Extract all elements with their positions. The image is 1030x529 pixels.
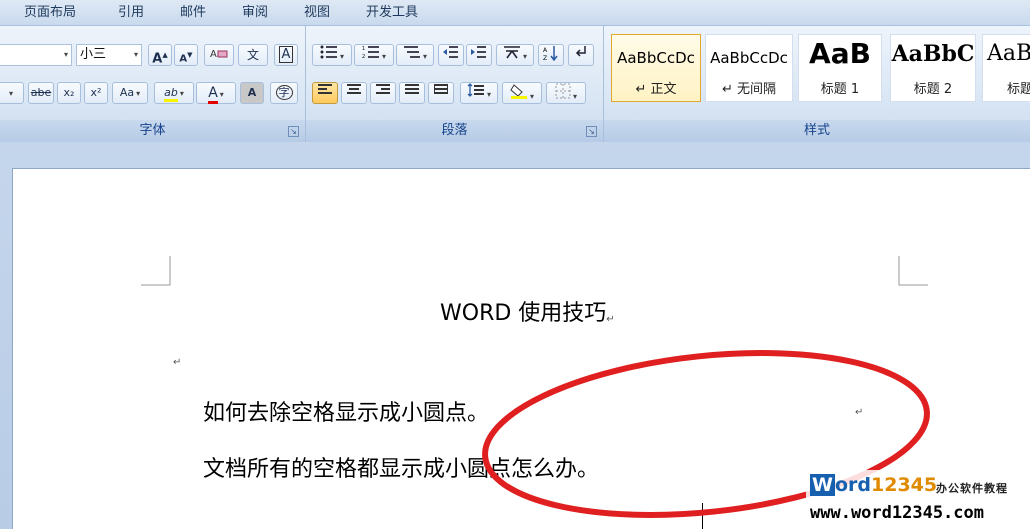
watermark-tagline: 办公软件教程 xyxy=(936,482,1008,495)
watermark-logo: Word12345 办公软件教程 www.word12345.com xyxy=(806,470,1030,529)
watermark-url: www.word12345.com xyxy=(810,503,984,523)
watermark-brand: Word12345 xyxy=(810,474,938,496)
annotation-overlay xyxy=(482,350,930,518)
